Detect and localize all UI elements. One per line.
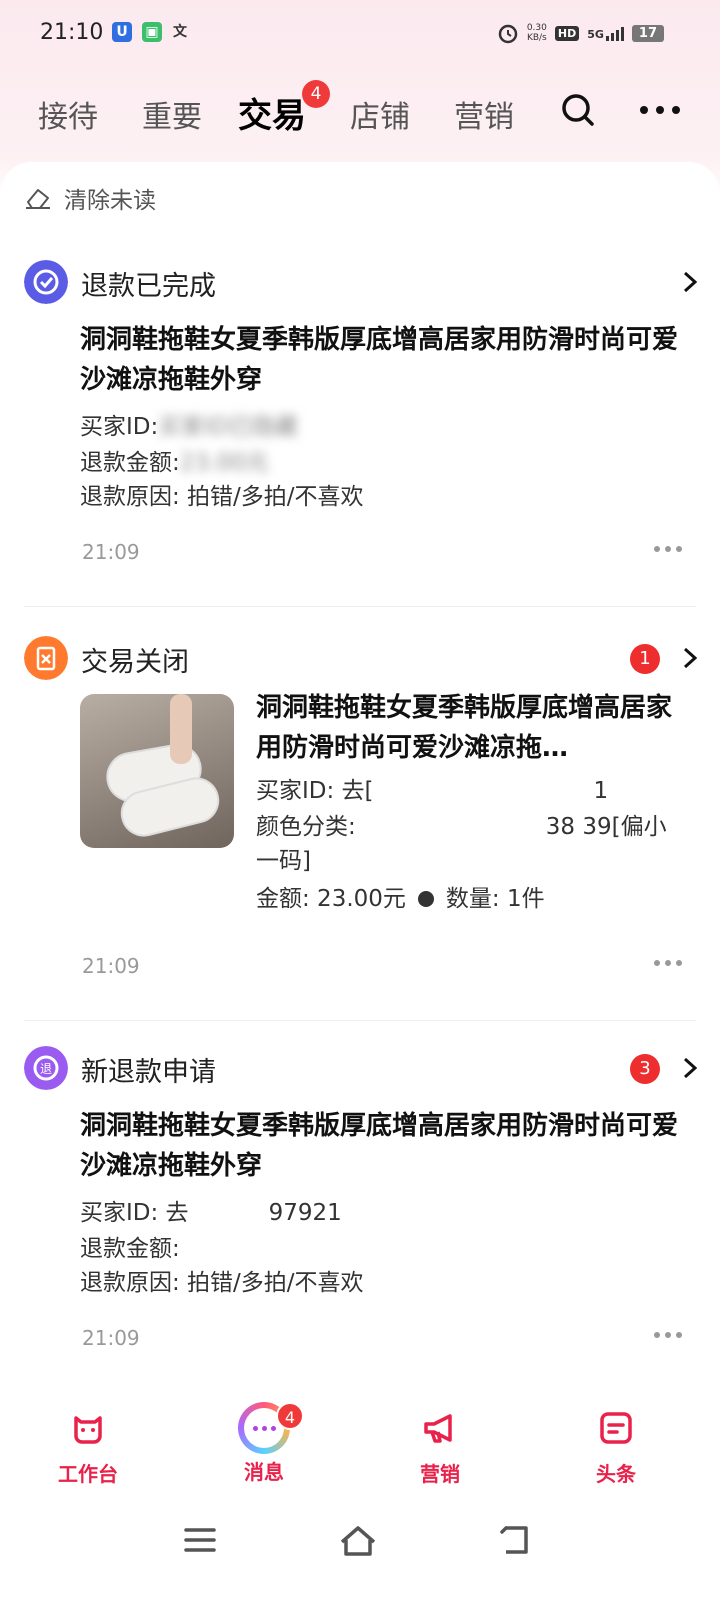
chevron-right-icon[interactable] xyxy=(680,1056,700,1080)
message-type: 新退款申请 xyxy=(81,1057,216,1088)
refund-complete-icon xyxy=(24,260,68,304)
message-more-icon[interactable] xyxy=(654,546,682,554)
color-category: 颜色分类: 38 39[偏小一码] xyxy=(256,810,686,878)
status-indicators: 0.30 KB/s HD 5G 17 xyxy=(497,20,664,46)
buyer-id-visible: 买家ID: 去[ xyxy=(256,778,374,804)
message-list: 清除未读 退款已完成 洞洞鞋拖鞋女夏季韩版厚底增高居家用防滑时尚可爱沙滩凉拖鞋外… xyxy=(0,162,720,1390)
buyer-id-tail: 1 xyxy=(593,778,609,804)
message-type: 退款已完成 xyxy=(81,271,216,302)
message-more-icon[interactable] xyxy=(654,960,682,968)
refund-reason: 退款原因: 拍错/多拍/不喜欢 xyxy=(80,484,364,510)
trade-closed-icon xyxy=(24,636,68,680)
app-notification-icon: U xyxy=(112,22,132,42)
system-nav-bar xyxy=(0,1490,720,1600)
status-time: 21:10 xyxy=(40,20,104,45)
status-bar: 21:10 U ▣ 文 0.30 KB/s HD 5G 17 xyxy=(0,0,720,66)
home-icon[interactable] xyxy=(336,1520,380,1560)
refund-request-icon: 退 xyxy=(24,1046,68,1090)
game-notification-icon: ▣ xyxy=(142,22,162,42)
nav-label: 营销 xyxy=(420,1462,460,1486)
chevron-right-icon[interactable] xyxy=(680,270,700,294)
back-icon[interactable] xyxy=(494,1520,538,1560)
order-amount: 金额: 23.00元 xyxy=(256,886,406,912)
net-speed-unit: KB/s xyxy=(526,33,547,43)
refund-amount: 退款金额: xyxy=(80,1232,270,1266)
signal-bars-icon xyxy=(605,25,624,41)
product-thumbnail[interactable] xyxy=(80,694,234,848)
net-speed: 0.30 KB/s xyxy=(527,23,547,43)
cell-signal: 5G xyxy=(587,25,624,41)
nav-messages-badge: 4 xyxy=(276,1402,304,1430)
tab-marketing[interactable]: 营销 xyxy=(454,92,514,136)
refund-amount: 退款金额:23.00元 xyxy=(80,446,269,480)
tab-store[interactable]: 店铺 xyxy=(350,92,410,136)
tab-reception[interactable]: 接待 xyxy=(38,92,98,136)
buyer-id: 买家ID:买家ID已隐藏 xyxy=(80,410,298,444)
tab-trade-badge: 4 xyxy=(302,80,330,108)
message-item-trade-closed[interactable]: 交易关闭 1 洞洞鞋拖鞋女夏季韩版厚底增高居家用防滑时尚可爱沙滩凉拖… 买家ID… xyxy=(0,636,720,986)
nav-label: 消息 xyxy=(244,1460,284,1484)
buyer-id: 买家ID: 去 97921 xyxy=(80,1196,342,1230)
nav-label: 工作台 xyxy=(58,1462,118,1486)
unread-count-badge: 1 xyxy=(630,644,660,674)
svg-text:退: 退 xyxy=(40,1062,52,1076)
eraser-icon xyxy=(26,189,50,209)
message-header: 交易关闭 1 xyxy=(24,636,700,682)
net-speed-value: 0.30 xyxy=(526,23,547,33)
refund-reason: 退款原因: 拍错/多拍/不喜欢 xyxy=(80,1270,364,1296)
message-item-new-refund[interactable]: 退 新退款申请 3 洞洞鞋拖鞋女夏季韩版厚底增高居家用防滑时尚可爱沙滩凉拖鞋外穿… xyxy=(0,1046,720,1386)
clear-unread-label: 清除未读 xyxy=(64,188,156,214)
refund-amount-value: 23.00元 xyxy=(179,450,269,476)
separator-dot xyxy=(417,891,434,907)
color-label: 颜色分类: xyxy=(256,814,356,840)
refund-amount-label: 退款金额: xyxy=(80,1236,180,1262)
message-item-refund-done[interactable]: 退款已完成 洞洞鞋拖鞋女夏季韩版厚底增高居家用防滑时尚可爱沙滩凉拖鞋外穿 买家I… xyxy=(0,260,720,600)
translate-notification-icon: 文 xyxy=(173,24,187,40)
alarm-icon xyxy=(498,24,518,44)
bottom-nav: 工作台 4 消息 营销 头条 xyxy=(0,1390,720,1490)
more-options-icon[interactable] xyxy=(640,100,684,120)
product-title: 洞洞鞋拖鞋女夏季韩版厚底增高居家用防滑时尚可爱沙滩凉拖鞋外穿 xyxy=(80,1111,679,1181)
nav-label: 头条 xyxy=(596,1462,636,1486)
buyer-id-visible: 买家ID: 去 xyxy=(80,1200,189,1226)
megaphone-icon xyxy=(424,1414,452,1443)
message-time: 21:09 xyxy=(82,1326,140,1350)
nav-marketing[interactable]: 营销 xyxy=(380,1408,500,1487)
order-quantity: 数量: 1件 xyxy=(445,886,545,912)
tab-trade[interactable]: 交易 xyxy=(238,88,306,137)
buyer-id-value: 买家ID已隐藏 xyxy=(158,414,298,440)
message-type: 交易关闭 xyxy=(81,647,189,678)
product-title: 洞洞鞋拖鞋女夏季韩版厚底增高居家用防滑时尚可爱沙滩凉拖… xyxy=(256,693,673,763)
nav-workbench[interactable]: 工作台 xyxy=(28,1408,148,1487)
nav-messages[interactable]: 4 消息 xyxy=(204,1402,324,1485)
divider xyxy=(24,1020,696,1021)
message-more-icon[interactable] xyxy=(654,1332,682,1340)
workbench-icon xyxy=(74,1416,102,1444)
refund-amount-label: 退款金额: xyxy=(80,450,180,476)
menu-icon[interactable] xyxy=(178,1520,222,1560)
message-header: 退款已完成 xyxy=(24,260,700,306)
buyer-id-tail: 97921 xyxy=(268,1200,342,1226)
leg-shape xyxy=(170,694,192,764)
hd-badge: HD xyxy=(554,25,580,41)
battery-level: 17 xyxy=(631,24,664,42)
message-header: 退 新退款申请 3 xyxy=(24,1046,700,1092)
network-type: 5G xyxy=(587,28,604,41)
top-tab-bar: 接待 重要 交易 4 店铺 营销 xyxy=(0,78,720,148)
amount-quantity: 金额: 23.00元 数量: 1件 xyxy=(256,882,686,916)
message-time: 21:09 xyxy=(82,540,140,564)
clear-unread-button[interactable]: 清除未读 xyxy=(24,182,156,214)
document-icon xyxy=(600,1412,632,1444)
chevron-right-icon[interactable] xyxy=(680,646,700,670)
buyer-id: 买家ID: 去[ 1 xyxy=(256,774,686,808)
buyer-id-label: 买家ID: xyxy=(80,414,159,440)
search-icon[interactable] xyxy=(560,92,596,128)
divider xyxy=(24,606,696,607)
nav-headlines[interactable]: 头条 xyxy=(556,1408,676,1487)
message-time: 21:09 xyxy=(82,954,140,978)
product-title: 洞洞鞋拖鞋女夏季韩版厚底增高居家用防滑时尚可爱沙滩凉拖鞋外穿 xyxy=(80,325,679,395)
tab-important[interactable]: 重要 xyxy=(142,92,202,136)
unread-count-badge: 3 xyxy=(630,1054,660,1084)
